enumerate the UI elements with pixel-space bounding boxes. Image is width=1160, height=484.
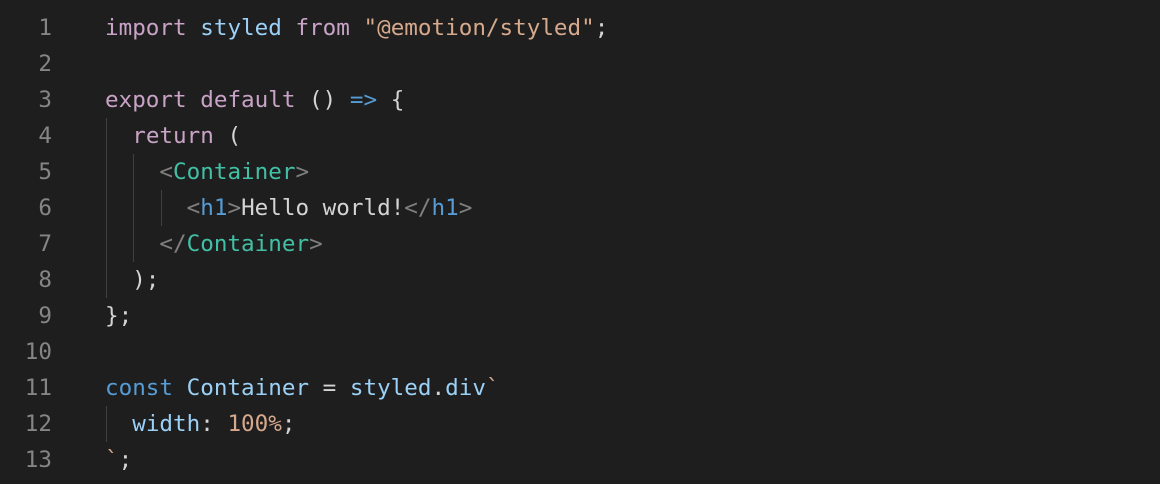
line-number: 10 (24, 339, 52, 365)
code-line[interactable]: 11 const Container = styled.div` (0, 370, 1160, 406)
code-token: return (132, 123, 214, 149)
code-line[interactable]: 3 export default () => { (0, 82, 1160, 118)
code-token: </ (404, 195, 432, 221)
code-token: > (458, 195, 473, 221)
code-line[interactable]: 2 (0, 46, 1160, 82)
code-token: ` (485, 375, 500, 401)
code-line[interactable]: 6 <h1>Hello world!</h1> (0, 190, 1160, 226)
code-token: }; (105, 303, 133, 329)
code-line[interactable]: 12 width: 100%; (0, 406, 1160, 442)
code-token: () (295, 87, 350, 113)
line-number: 12 (24, 411, 52, 437)
code-token: . (431, 375, 446, 401)
code-text[interactable]: ); (105, 262, 159, 298)
code-line[interactable]: 1 import styled from "@emotion/styled"; (0, 10, 1160, 46)
line-number: 1 (38, 15, 52, 41)
code-token: const (105, 375, 174, 401)
code-text[interactable]: return ( (105, 118, 241, 154)
code-token: div (445, 375, 486, 401)
code-token: export (105, 87, 187, 113)
code-line[interactable]: 5 <Container> (0, 154, 1160, 190)
code-line[interactable]: 7 </Container> (0, 226, 1160, 262)
line-number: 11 (24, 375, 52, 401)
code-token: Container (186, 375, 310, 401)
code-token: default (200, 87, 296, 113)
code-token: width (132, 411, 201, 437)
code-token: import (105, 15, 187, 41)
code-text[interactable]: import styled from "@emotion/styled"; (105, 10, 608, 46)
code-token: h1 (431, 195, 459, 221)
line-number: 2 (38, 51, 52, 77)
code-text[interactable]: const Container = styled.div` (105, 370, 500, 406)
code-line[interactable]: 13 `; (0, 442, 1160, 478)
code-token: h1 (200, 195, 228, 221)
line-number: 3 (38, 87, 52, 113)
code-text[interactable]: }; (105, 298, 132, 334)
code-line[interactable]: 8 ); (0, 262, 1160, 298)
code-token: styled (349, 375, 432, 401)
code-token: styled (200, 15, 282, 41)
line-number: 7 (38, 231, 52, 257)
code-text[interactable]: <Container> (105, 154, 309, 190)
code-token: = (309, 375, 350, 401)
code-token: > (295, 159, 310, 185)
code-line[interactable]: 9}; (0, 298, 1160, 334)
code-token: { (377, 87, 405, 113)
code-text[interactable]: export default () => { (105, 82, 404, 118)
code-line[interactable]: 10 (0, 334, 1160, 370)
code-token: : (200, 411, 228, 437)
code-token: from (295, 15, 350, 41)
line-number: 13 (24, 447, 52, 473)
code-token: ; (118, 447, 133, 473)
code-token: => (349, 87, 378, 113)
code-token: < (186, 195, 201, 221)
code-token: > (227, 195, 242, 221)
line-number: 6 (38, 195, 52, 221)
code-text[interactable]: </Container> (105, 226, 323, 262)
code-token: > (309, 231, 323, 257)
code-token: ( (213, 123, 242, 149)
code-token: 100% (227, 411, 282, 437)
code-editor[interactable]: 1 import styled from "@emotion/styled"; 2 3… (0, 0, 1160, 484)
line-number: 5 (38, 159, 52, 185)
line-number: 9 (38, 303, 52, 329)
code-token: "@emotion/styled" (363, 15, 595, 41)
code-token: Container (186, 231, 310, 257)
line-number: 8 (38, 267, 52, 293)
code-token: Container (173, 159, 296, 185)
code-token: ); (105, 267, 160, 293)
code-token: ; (594, 15, 609, 41)
code-token: ` (105, 447, 119, 473)
code-text[interactable]: <h1>Hello world!</h1> (105, 190, 473, 226)
line-number: 4 (38, 123, 52, 149)
code-text[interactable]: width: 100%; (105, 406, 295, 442)
code-token: < (159, 159, 174, 185)
code-token: </ (159, 231, 187, 257)
code-token: ; (281, 411, 296, 437)
code-text[interactable]: `; (105, 442, 132, 478)
code-line[interactable]: 4 return ( (0, 118, 1160, 154)
code-token: Hello world! (241, 195, 405, 221)
